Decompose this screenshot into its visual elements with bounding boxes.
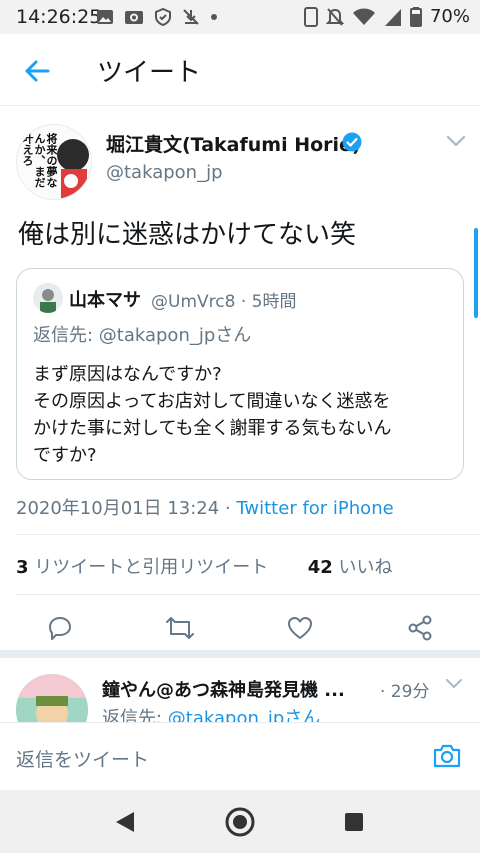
page-title: ツイート <box>97 58 202 88</box>
reply-tweet[interactable]: 鐘やん@あつ森神島発見機 ... · 29分 返信先: @takapon_jpさ… <box>0 658 480 722</box>
tweet-text: 俺は別に迷惑はかけてない笑 <box>18 220 357 250</box>
retweet-icon[interactable] <box>164 614 196 642</box>
retweet-label[interactable]: リツイートと引用リツイート <box>29 557 268 578</box>
author-avatar[interactable]: 将来の夢なんか、まだ叶えろ <box>16 124 92 200</box>
reply-avatar-image <box>16 674 88 722</box>
like-heart-icon[interactable] <box>286 614 314 642</box>
quoted-tweet[interactable]: 山本マサ @UmVrc8 · 5時間 返信先: @takapon_jpさん まず… <box>16 268 464 480</box>
quote-reply-to: 返信先: @takapon_jpさん <box>33 325 252 346</box>
avatar-book-title: 将来の夢なんか、まだ叶えろ <box>23 133 57 188</box>
battery-percent: 70% <box>429 6 470 27</box>
nav-recents-icon[interactable] <box>344 812 364 832</box>
nav-home-icon[interactable] <box>224 806 256 838</box>
retweet-count[interactable]: 3 <box>16 557 29 578</box>
meta-separator: · <box>219 498 237 519</box>
gallery-icon <box>97 10 113 24</box>
reply-to-prefix: 返信先: <box>102 708 168 722</box>
battery-icon <box>409 6 422 27</box>
chevron-down-icon[interactable] <box>445 678 463 690</box>
author-name[interactable]: 堀江貴文(Takafumi Horie) <box>106 130 361 157</box>
scrollbar[interactable] <box>474 228 478 318</box>
like-count[interactable]: 42 <box>308 557 333 578</box>
quote-handle-time: @UmVrc8 · 5時間 <box>151 292 297 312</box>
quote-text: まず原因はなんですか? その原因よってお店対して間違いなく迷惑を かけた事に対し… <box>33 361 453 469</box>
chevron-down-icon[interactable] <box>445 134 467 148</box>
camera-icon[interactable] <box>432 741 462 771</box>
quote-text-line: まず原因はなんですか? <box>33 364 222 385</box>
nav-back-icon[interactable] <box>114 810 136 834</box>
reply-author-name[interactable]: 鐘やん@あつ森神島発見機 ... <box>102 676 345 702</box>
share-icon[interactable] <box>406 614 434 642</box>
status-time: 14:26:25 <box>16 6 102 28</box>
reply-input[interactable]: 返信をツイート <box>16 745 149 772</box>
mute-icon <box>325 7 344 26</box>
tweet-meta: 2020年10月01日 13:24 · Twitter for iPhone <box>16 494 394 520</box>
status-system-icons: 70% <box>303 6 470 27</box>
tweet-source-link[interactable]: Twitter for iPhone <box>236 498 393 519</box>
reply-avatar[interactable] <box>16 674 88 722</box>
reply-icon[interactable] <box>46 614 74 642</box>
phone-icon <box>303 6 318 27</box>
reply-composer[interactable]: 返信をツイート <box>0 722 480 790</box>
reply-to-handle[interactable]: @takapon_jpさん <box>168 708 321 722</box>
dot-icon <box>211 14 217 20</box>
system-nav-bar <box>0 790 480 853</box>
wifi-icon <box>352 8 375 25</box>
camera-app-icon <box>125 11 143 24</box>
like-label[interactable]: いいね <box>333 557 393 578</box>
tweet-stats: 3 リツイートと引用リツイート 42 いいね <box>16 553 393 579</box>
download-off-icon <box>183 9 199 25</box>
quote-text-line: かけた事に対しても全く謝罪する気もないん <box>33 418 392 439</box>
status-notification-icons <box>96 8 218 26</box>
section-separator <box>0 650 480 658</box>
reply-time: · 29分 <box>380 682 430 702</box>
quote-text-line: ですか? <box>33 445 97 466</box>
quote-avatar-image <box>33 283 63 313</box>
divider <box>16 594 480 595</box>
app-header: ツイート <box>0 34 480 106</box>
tweet-timestamp: 2020年10月01日 13:24 <box>16 498 220 519</box>
divider <box>16 534 480 535</box>
shield-phone-icon <box>155 8 171 26</box>
status-bar: 14:26:25 70% <box>0 0 480 34</box>
author-handle[interactable]: @takapon_jp <box>106 162 223 183</box>
reply-reply-to: 返信先: @takapon_jpさん <box>102 704 320 722</box>
back-arrow-icon[interactable] <box>22 56 52 86</box>
quote-author-name: 山本マサ <box>69 290 141 311</box>
verified-badge-icon <box>342 132 362 152</box>
quote-text-line: その原因よってお店対して間違いなく迷惑を <box>33 391 391 412</box>
tweet-actions <box>0 606 480 650</box>
signal-icon <box>384 8 401 26</box>
quote-avatar <box>33 283 63 313</box>
